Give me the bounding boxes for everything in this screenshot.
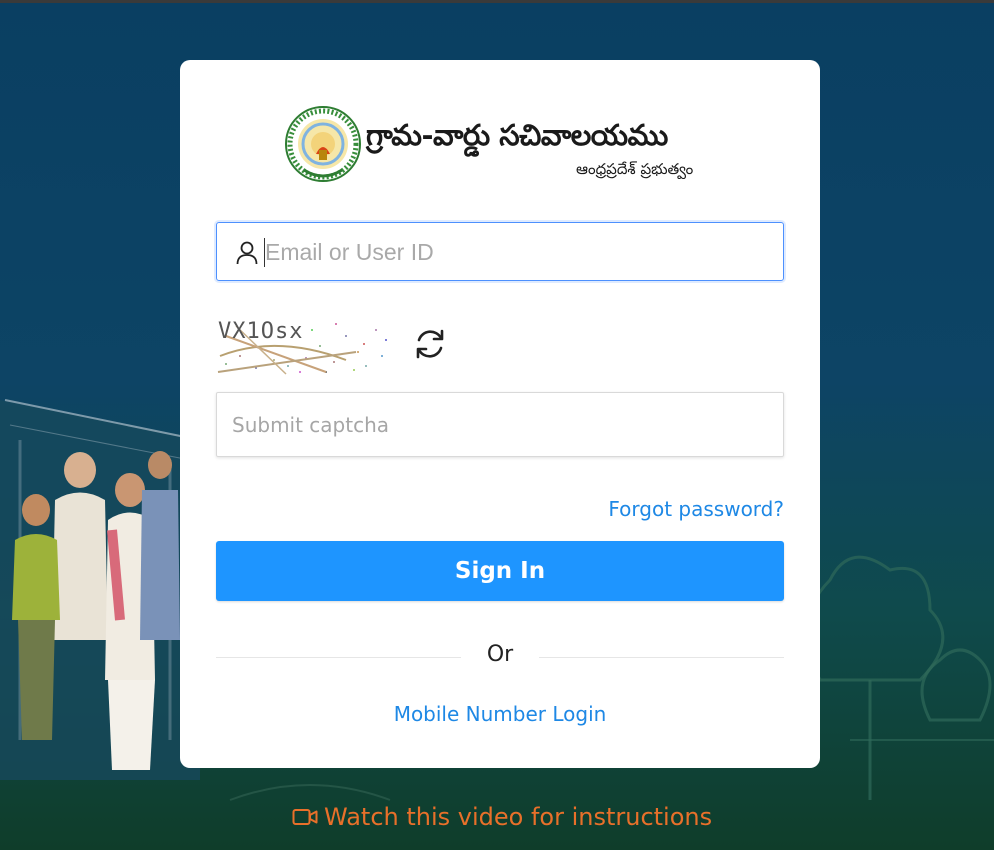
brand-logo: గ్రామ-వార్డు సచివాలయము ఆంధ్రప్రదేశ్ ప్రభ… [284,104,724,194]
top-border [0,0,994,3]
captcha-text: VX1Osx [218,319,303,344]
divider-left [216,657,461,658]
sign-in-button[interactable]: Sign In [216,541,784,601]
video-camera-icon [292,809,318,825]
captcha-input[interactable] [232,407,762,443]
watch-video-link[interactable]: Watch this video for instructions [292,800,712,834]
user-icon [236,241,258,265]
mobile-number-login-link[interactable]: Mobile Number Login [180,702,820,726]
brand-subtitle: ఆంధ్రప్రదేశ్ ప్రభుత్వం [576,160,694,178]
watch-video-label: Watch this video for instructions [324,803,713,831]
refresh-captcha-icon[interactable] [412,326,448,362]
captcha-image: VX1Osx [216,316,392,376]
email-input[interactable] [265,233,765,271]
divider-right [539,657,784,658]
brand-title: గ్రామ-వార్డు సచివాలయము [366,118,668,152]
andhra-pradesh-emblem-icon [285,106,361,182]
captcha-field[interactable] [216,392,784,457]
login-card: గ్రామ-వార్డు సచివాలయము ఆంధ్రప్రదేశ్ ప్రభ… [180,60,820,768]
or-separator: Or [486,642,514,667]
forgot-password-link[interactable]: Forgot password? [608,497,784,521]
email-field[interactable] [216,222,784,281]
